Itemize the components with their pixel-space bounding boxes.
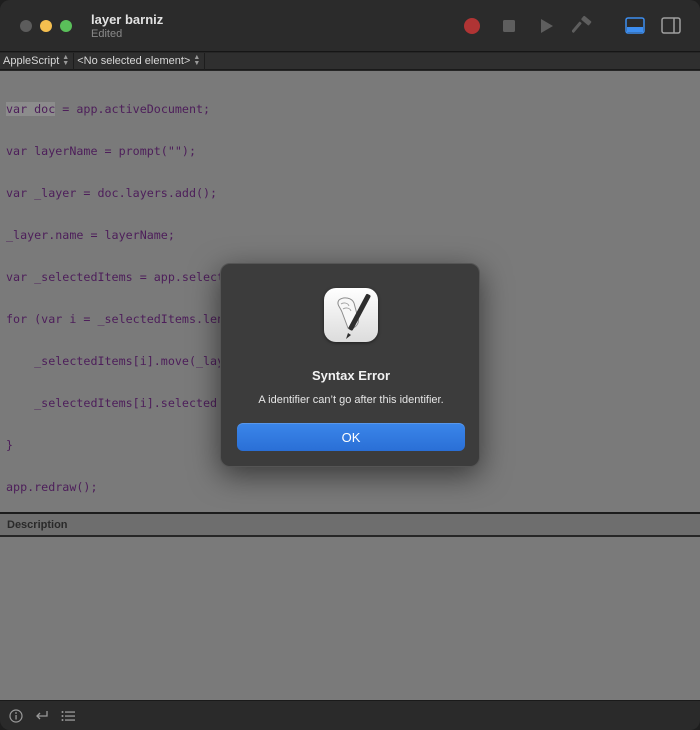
result-tab-button[interactable]: [32, 707, 52, 725]
syntax-error-alert: Syntax Error A identifier can’t go after…: [220, 263, 480, 467]
popup-arrows-icon: ▲ ▼: [193, 54, 201, 67]
script-editor-app-icon: [324, 288, 378, 342]
close-window-button[interactable]: [20, 20, 32, 32]
navigation-bar: AppleScript ▲ ▼ <No selected element> ▲ ▼: [0, 52, 700, 70]
ok-button[interactable]: OK: [237, 423, 465, 451]
code-line: var layerName = prompt("");: [6, 144, 196, 158]
element-label: <No selected element>: [77, 55, 191, 67]
stop-button[interactable]: [497, 14, 521, 38]
return-icon: [36, 711, 48, 720]
popup-arrows-icon: ▲ ▼: [62, 54, 70, 67]
record-button[interactable]: [460, 14, 484, 38]
hammer-icon: [572, 15, 592, 33]
alert-title: Syntax Error: [311, 368, 391, 383]
run-icon: [541, 19, 553, 33]
code-line: var doc = app.activeDocument;: [6, 102, 456, 116]
info-icon: [9, 709, 23, 723]
description-tab-button[interactable]: [6, 707, 26, 725]
description-label: Description: [7, 519, 68, 531]
sidebar-icon: [661, 17, 681, 34]
zoom-window-button[interactable]: [60, 20, 72, 32]
stop-icon: [503, 20, 515, 32]
code-line: _layer.name = layerName;: [6, 228, 175, 242]
record-icon: [464, 18, 480, 34]
description-field[interactable]: [0, 537, 700, 700]
alert-message: A identifier can’t go after this identif…: [258, 394, 444, 406]
run-button[interactable]: [534, 14, 558, 38]
code-line-rest: = app.activeDocument;: [55, 102, 211, 116]
description-header: Description: [0, 514, 700, 536]
document-status: Edited: [91, 28, 123, 40]
code-line: var _layer = doc.layers.add();: [6, 186, 218, 200]
selected-text: var doc: [6, 102, 56, 116]
log-tab-button[interactable]: [58, 707, 78, 725]
list-icon: [61, 711, 75, 721]
language-label: AppleScript: [3, 55, 60, 67]
compile-button[interactable]: [571, 14, 595, 38]
code-line: app.redraw();: [6, 480, 98, 494]
show-log-button[interactable]: [623, 14, 647, 38]
script-editor-window: layer barniz Edited AppleScript ▲ ▼ <No …: [0, 0, 700, 730]
document-title[interactable]: layer barniz: [91, 12, 163, 27]
bottom-panel-icon: [625, 17, 645, 34]
bottom-toolbar: [0, 700, 700, 730]
title-bar: layer barniz Edited: [0, 0, 700, 52]
show-sidebar-button[interactable]: [659, 14, 683, 38]
element-popup[interactable]: <No selected element> ▲ ▼: [74, 52, 206, 70]
minimize-window-button[interactable]: [40, 20, 52, 32]
language-popup[interactable]: AppleScript ▲ ▼: [0, 52, 75, 70]
